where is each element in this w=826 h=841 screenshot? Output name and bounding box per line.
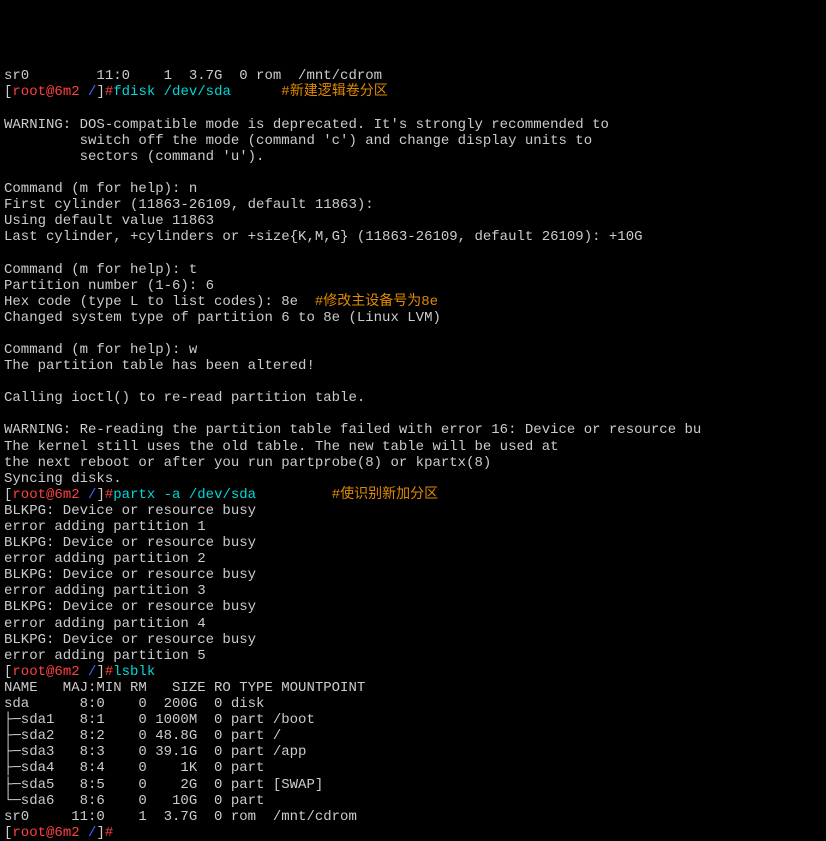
prompt-close: ] [96,664,104,680]
annotation-recognize-new-partition: #使识别新加分区 [332,487,438,503]
prompt-open: [ [4,825,12,841]
partx-output: BLKPG: Device or resource busy error add… [4,503,256,664]
prompt-path: / [80,664,97,680]
prompt-path: / [80,825,97,841]
command-partx[interactable]: partx -a /dev/sda [113,487,256,503]
top-partial-line: sr0 11:0 1 3.7G 0 rom /mnt/cdrom [4,68,382,84]
prompt-hash: # [105,487,113,503]
fdisk-output-1: WARNING: DOS-compatible mode is deprecat… [4,117,643,310]
lsblk-row: ├─sda2 8:2 0 48.8G 0 part / [4,728,281,744]
prompt-user: root@6m2 [12,487,79,503]
fdisk-output-2: Changed system type of partition 6 to 8e… [4,310,701,487]
prompt-close: ] [96,84,104,100]
prompt-close: ] [96,487,104,503]
prompt-hash: # [105,84,113,100]
command-lsblk[interactable]: lsblk [113,664,155,680]
annotation-hexcode-8e: #修改主设备号为8e [315,294,438,310]
prompt-user: root@6m2 [12,84,79,100]
lsblk-row: ├─sda5 8:5 0 2G 0 part [SWAP] [4,777,323,793]
lsblk-header: NAME MAJ:MIN RM SIZE RO TYPE MOUNTPOINT [4,680,365,696]
prompt-hash: # [105,664,113,680]
prompt-hash: # [105,825,113,841]
annotation-new-lv-partition: #新建逻辑卷分区 [281,84,387,100]
lsblk-row: └─sda6 8:6 0 10G 0 part [4,793,264,809]
lsblk-row: sr0 11:0 1 3.7G 0 rom /mnt/cdrom [4,809,357,825]
prompt-path: / [80,84,97,100]
lsblk-row: ├─sda1 8:1 0 1000M 0 part /boot [4,712,315,728]
command-fdisk[interactable]: fdisk /dev/sda [113,84,231,100]
prompt-path: / [80,487,97,503]
prompt-close: ] [96,825,104,841]
prompt-user: root@6m2 [12,664,79,680]
lsblk-row: ├─sda3 8:3 0 39.1G 0 part /app [4,744,306,760]
prompt-user: root@6m2 [12,825,79,841]
lsblk-row: sda 8:0 0 200G 0 disk [4,696,264,712]
lsblk-row: ├─sda4 8:4 0 1K 0 part [4,760,264,776]
